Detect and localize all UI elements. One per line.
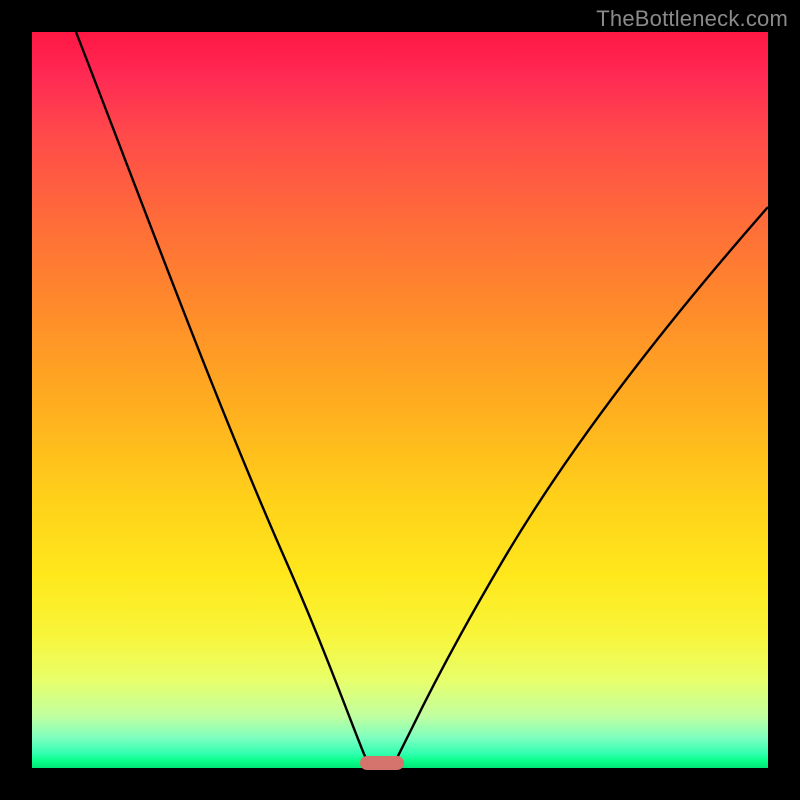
curve-left-branch xyxy=(76,32,372,768)
chart-frame: TheBottleneck.com xyxy=(0,0,800,800)
curve-right-branch xyxy=(392,207,768,768)
curve-layer xyxy=(32,32,768,768)
watermark-text: TheBottleneck.com xyxy=(596,6,788,32)
min-marker xyxy=(360,756,404,770)
